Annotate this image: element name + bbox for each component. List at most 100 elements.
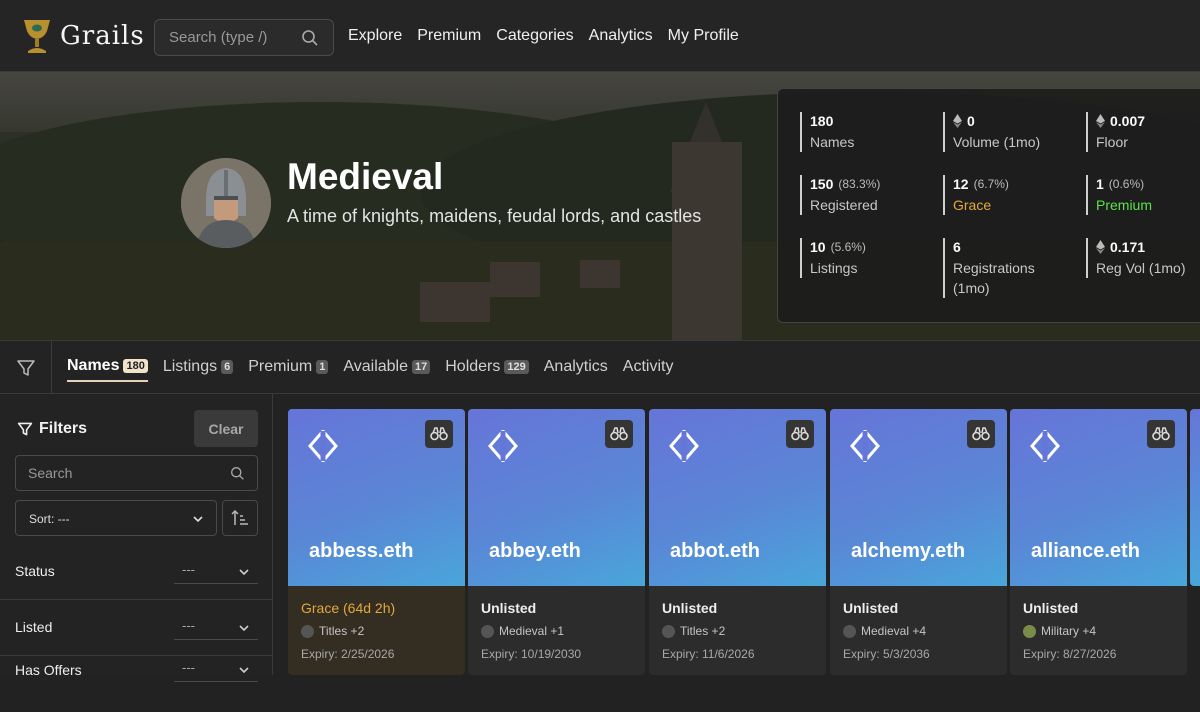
collection-tabs-bar: Names 180 Listings 6 Premium 1 Available 17 … — [0, 340, 1200, 394]
watchlist-button[interactable] — [786, 420, 814, 448]
ens-logo-icon — [488, 430, 518, 462]
nav-my-profile[interactable]: My Profile — [668, 27, 739, 45]
name-card-title: abbess.eth — [309, 540, 414, 562]
nav-premium[interactable]: Premium — [417, 27, 481, 45]
global-search-input[interactable] — [169, 29, 289, 46]
watchlist-button[interactable] — [1147, 420, 1175, 448]
tab-list: Names 180 Listings 6 Premium 1 Available 17 … — [67, 357, 673, 382]
name-card-category-text: Titles +2 — [680, 624, 726, 638]
chevron-down-icon — [239, 569, 249, 576]
name-card-category-text: Titles +2 — [319, 624, 365, 638]
grail-icon — [24, 20, 50, 53]
name-card[interactable]: alliance.eth Unlisted Military +4 Expiry… — [1010, 409, 1187, 675]
filter-row-status[interactable]: Status --- — [0, 544, 272, 600]
global-search[interactable] — [154, 19, 334, 56]
stat-names: 180 Names — [800, 112, 854, 152]
top-bar: Grails Explore Premium Categories Analyt… — [0, 0, 1200, 72]
filters-sidebar: Filters Clear Sort: --- Status --- Liste… — [0, 394, 273, 682]
name-card-category[interactable]: Medieval +4 — [843, 624, 926, 638]
sort-select-text: Sort: --- — [29, 512, 70, 526]
tab-label: Holders — [445, 358, 501, 375]
tab-count-badge: 180 — [123, 359, 148, 373]
filter-search[interactable] — [15, 455, 258, 491]
stat-value: 150 (83.3%) — [810, 175, 880, 193]
name-card-title: alliance.eth — [1031, 540, 1140, 562]
name-card-partial[interactable] — [1190, 409, 1200, 586]
name-card-status: Grace (64d 2h) — [301, 600, 396, 616]
filter-has-offers-select[interactable]: --- — [174, 656, 258, 682]
filter-listed-select[interactable]: --- — [174, 614, 258, 640]
name-card[interactable]: abbess.eth Grace (64d 2h) Titles +2 Expi… — [288, 409, 465, 675]
watchlist-button[interactable] — [605, 420, 633, 448]
stat-value-text: 6 — [953, 239, 961, 255]
name-card-expiry: Expiry: 11/6/2026 — [662, 647, 755, 661]
sort-value: --- — [57, 512, 70, 526]
eth-icon — [953, 114, 962, 128]
watchlist-button[interactable] — [967, 420, 995, 448]
tab-label: Premium — [248, 358, 313, 375]
name-card-image[interactable]: alchemy.eth — [830, 409, 1007, 586]
nav-explore[interactable]: Explore — [348, 27, 402, 45]
stat-grace: 12 (6.7%) Grace — [943, 175, 1009, 215]
filter-toggle-button[interactable] — [0, 341, 52, 394]
names-grid: abbess.eth Grace (64d 2h) Titles +2 Expi… — [288, 409, 1200, 675]
tab-count-badge: 129 — [504, 360, 529, 374]
stat-label: Reg Vol (1mo) — [1096, 260, 1186, 276]
tab-activity[interactable]: Activity — [623, 357, 674, 382]
stat-value-text: 0.007 — [1110, 113, 1146, 129]
tab-names[interactable]: Names 180 — [67, 357, 148, 382]
tab-available[interactable]: Available 17 — [343, 357, 431, 382]
name-card-image[interactable]: abbot.eth — [649, 409, 826, 586]
stat-value: 10 (5.6%) — [810, 238, 866, 256]
knight-icon — [181, 158, 271, 248]
military-category-icon — [1023, 624, 1036, 638]
nav-categories[interactable]: Categories — [496, 27, 573, 45]
sort-select[interactable]: Sort: --- — [15, 500, 217, 536]
chevron-down-icon — [239, 625, 249, 632]
name-card[interactable]: alchemy.eth Unlisted Medieval +4 Expiry:… — [830, 409, 1007, 675]
tab-premium[interactable]: Premium 1 — [248, 357, 329, 382]
name-card[interactable]: abbey.eth Unlisted Medieval +1 Expiry: 1… — [468, 409, 645, 675]
eth-icon — [1096, 240, 1105, 254]
name-card-category[interactable]: Titles +2 — [301, 624, 364, 638]
stat-value-text: 12 — [953, 176, 969, 192]
stat-value: 1 (0.6%) — [1096, 175, 1152, 193]
name-card-category[interactable]: Military +4 — [1023, 624, 1096, 638]
filter-search-input[interactable] — [28, 465, 218, 481]
filter-row-has-offers[interactable]: Has Offers --- — [0, 656, 272, 712]
name-card-status: Unlisted — [481, 600, 537, 616]
stat-value: 0 — [953, 112, 1040, 130]
clear-filters-button[interactable]: Clear — [194, 410, 258, 447]
tab-listings[interactable]: Listings 6 — [163, 357, 234, 382]
funnel-icon — [17, 422, 33, 436]
sort-direction-button[interactable] — [222, 500, 258, 536]
name-card[interactable]: abbot.eth Unlisted Titles +2 Expiry: 11/… — [649, 409, 826, 675]
name-card-image[interactable]: alliance.eth — [1010, 409, 1187, 586]
name-card-category[interactable]: Titles +2 — [662, 624, 725, 638]
search-icon — [231, 467, 244, 480]
collection-description: A time of knights, maidens, feudal lords… — [287, 206, 702, 226]
search-icon[interactable] — [301, 29, 319, 47]
name-card-title: alchemy.eth — [851, 540, 966, 562]
nav-analytics[interactable]: Analytics — [589, 27, 653, 45]
tab-holders[interactable]: Holders 129 — [445, 357, 529, 382]
filter-status-select[interactable]: --- — [174, 558, 258, 584]
name-card-title: abbot.eth — [670, 540, 760, 562]
stat-percent: (83.3%) — [838, 177, 881, 191]
sort-ascending-icon — [231, 509, 248, 525]
tab-analytics[interactable]: Analytics — [544, 357, 608, 382]
logo-text: Grails — [60, 21, 145, 51]
name-card-status: Unlisted — [662, 600, 718, 616]
logo[interactable]: Grails — [22, 17, 145, 55]
name-card-status: Unlisted — [1023, 600, 1079, 616]
name-card-category-text: Medieval +1 — [499, 624, 565, 638]
name-card-category[interactable]: Medieval +1 — [481, 624, 564, 638]
filter-row-listed[interactable]: Listed --- — [0, 600, 272, 656]
name-card-image[interactable]: abbey.eth — [468, 409, 645, 586]
name-card-category-text: Medieval +4 — [861, 624, 927, 638]
name-card-image[interactable]: abbess.eth — [288, 409, 465, 586]
ens-logo-icon — [308, 430, 338, 462]
watchlist-button[interactable] — [425, 420, 453, 448]
binoculars-icon — [430, 427, 448, 441]
binoculars-icon — [1152, 427, 1170, 441]
